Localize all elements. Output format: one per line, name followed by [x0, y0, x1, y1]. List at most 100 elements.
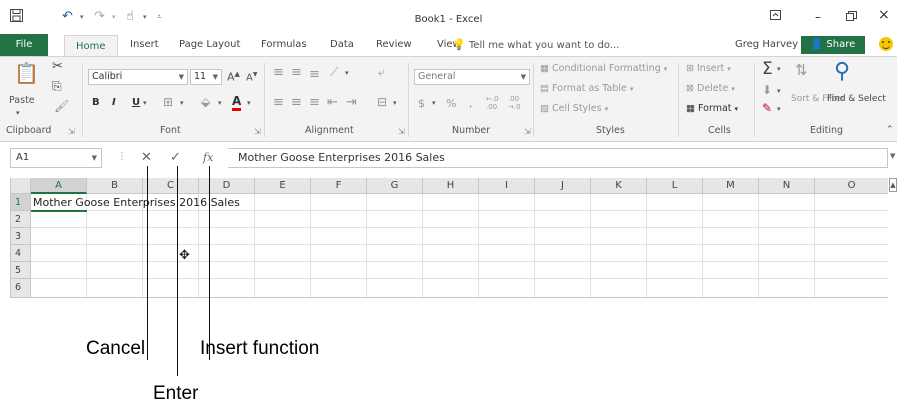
underline-button[interactable]: U: [132, 97, 140, 108]
paste-dropdown-icon[interactable]: ▾: [16, 109, 20, 117]
increase-font-icon[interactable]: A▲: [227, 70, 240, 84]
column-header[interactable]: G: [367, 178, 423, 194]
column-header[interactable]: J: [535, 178, 591, 194]
tab-review[interactable]: Review: [376, 34, 412, 56]
row-header[interactable]: 4: [11, 245, 31, 262]
format-cells-button[interactable]: ▦ Format ▾: [686, 103, 738, 114]
tab-page-layout[interactable]: Page Layout: [179, 34, 240, 56]
wrap-text-icon[interactable]: ⤶: [378, 65, 385, 80]
select-all-corner[interactable]: [11, 178, 31, 194]
delete-cells-button[interactable]: ⊠ Delete ▾: [686, 83, 735, 94]
tell-me-box[interactable]: 💡 Tell me what you want to do...: [452, 34, 619, 57]
font-color-dropdown-icon[interactable]: ▾: [247, 99, 251, 107]
autosum-icon[interactable]: Σ: [762, 59, 773, 79]
clear-dropdown-icon[interactable]: ▾: [777, 105, 781, 113]
font-color-icon[interactable]: A: [232, 94, 242, 111]
column-header[interactable]: O: [815, 178, 888, 194]
font-size-select[interactable]: 11 ▼: [190, 69, 222, 85]
find-search-icon[interactable]: ⚲: [834, 59, 850, 84]
close-button[interactable]: ×: [878, 7, 890, 23]
collapse-ribbon-icon[interactable]: ⌃: [886, 125, 894, 135]
column-header[interactable]: E: [255, 178, 311, 194]
expand-formula-bar-icon[interactable]: ▼: [890, 152, 895, 160]
enter-button[interactable]: ✓: [170, 150, 181, 165]
column-header[interactable]: L: [647, 178, 703, 194]
feedback-smiley-icon[interactable]: [879, 37, 893, 51]
merge-dropdown-icon[interactable]: ▾: [393, 99, 397, 107]
paste-label[interactable]: Paste: [9, 95, 35, 106]
align-middle-icon[interactable]: ≡: [291, 65, 302, 80]
cancel-button[interactable]: ✕: [141, 150, 152, 165]
tab-formulas[interactable]: Formulas: [261, 34, 307, 56]
tab-data[interactable]: Data: [330, 34, 354, 56]
row-header[interactable]: 5: [11, 262, 31, 279]
column-header[interactable]: K: [591, 178, 647, 194]
tab-home[interactable]: Home: [64, 35, 118, 57]
decrease-font-icon[interactable]: A▼: [246, 71, 257, 83]
column-header[interactable]: F: [311, 178, 367, 194]
column-header[interactable]: N: [759, 178, 815, 194]
clipboard-launcher-icon[interactable]: ⇲: [68, 127, 75, 136]
increase-indent-icon[interactable]: ⇥: [346, 95, 357, 110]
tab-file[interactable]: File: [0, 34, 48, 56]
chevron-down-icon[interactable]: ▼: [92, 149, 97, 167]
row-header[interactable]: 6: [11, 279, 31, 297]
conditional-formatting-button[interactable]: ▦ Conditional Formatting ▾: [540, 63, 667, 74]
percent-button[interactable]: %: [446, 97, 456, 110]
currency-button[interactable]: $: [418, 97, 425, 110]
format-painter-icon[interactable]: 🖌: [54, 99, 69, 113]
user-name[interactable]: Greg Harvey: [735, 34, 798, 56]
clear-icon[interactable]: ✎: [762, 101, 772, 115]
number-launcher-icon[interactable]: ⇲: [524, 127, 531, 136]
decrease-indent-icon[interactable]: ⇤: [327, 95, 338, 110]
column-header[interactable]: I: [479, 178, 535, 194]
align-right-icon[interactable]: ≡: [309, 95, 320, 110]
column-header[interactable]: C: [143, 178, 199, 194]
scroll-up-button[interactable]: ▲: [889, 178, 897, 192]
increase-decimal-button[interactable]: ←.0 .00: [486, 95, 504, 111]
row-header[interactable]: 2: [11, 211, 31, 228]
align-center-icon[interactable]: ≡: [291, 95, 302, 110]
italic-button[interactable]: I: [112, 97, 116, 108]
name-box[interactable]: A1 ▼: [10, 148, 102, 168]
fill-dropdown-icon[interactable]: ▾: [777, 87, 781, 95]
number-format-select[interactable]: General ▼: [414, 69, 530, 85]
font-launcher-icon[interactable]: ⇲: [254, 127, 261, 136]
align-top-icon[interactable]: ≡: [273, 65, 284, 80]
insert-function-button[interactable]: fx: [203, 151, 213, 164]
align-bottom-icon[interactable]: ≡: [309, 67, 320, 82]
cell-styles-button[interactable]: ▧ Cell Styles ▾: [540, 103, 608, 114]
font-name-select[interactable]: Calibri ▼: [88, 69, 188, 85]
borders-dropdown-icon[interactable]: ▾: [180, 99, 184, 107]
alignment-launcher-icon[interactable]: ⇲: [398, 127, 405, 136]
comma-button[interactable]: ,: [469, 97, 473, 110]
currency-dropdown-icon[interactable]: ▾: [432, 99, 436, 107]
borders-icon[interactable]: ⊞: [163, 95, 173, 109]
copy-icon[interactable]: ⎘: [52, 79, 62, 94]
merge-center-icon[interactable]: ⊟: [377, 95, 387, 109]
insert-cells-button[interactable]: ⊞ Insert ▾: [686, 63, 731, 74]
align-left-icon[interactable]: ≡: [273, 95, 284, 110]
orientation-icon[interactable]: ⟋: [330, 65, 338, 80]
share-button[interactable]: 👤 Share: [801, 36, 865, 54]
decrease-decimal-button[interactable]: .00 →.0: [508, 95, 528, 111]
cut-icon[interactable]: ✂: [52, 59, 63, 74]
column-header[interactable]: A: [31, 178, 87, 194]
sort-filter-icon[interactable]: ⇅: [795, 61, 808, 79]
row-header[interactable]: 3: [11, 228, 31, 245]
column-header[interactable]: M: [703, 178, 759, 194]
column-header[interactable]: H: [423, 178, 479, 194]
orientation-dropdown-icon[interactable]: ▾: [345, 69, 349, 77]
row-header[interactable]: 1: [11, 194, 31, 211]
tab-insert[interactable]: Insert: [130, 34, 159, 56]
autosum-dropdown-icon[interactable]: ▾: [777, 65, 781, 73]
ribbon-display-icon[interactable]: [770, 10, 781, 23]
column-header[interactable]: B: [87, 178, 143, 194]
formula-input[interactable]: Mother Goose Enterprises 2016 Sales: [228, 148, 888, 168]
column-header[interactable]: D: [199, 178, 255, 194]
restore-button[interactable]: [846, 10, 857, 24]
fill-icon[interactable]: ⬇: [762, 83, 772, 97]
fill-dropdown-icon[interactable]: ▾: [218, 99, 222, 107]
bold-button[interactable]: B: [92, 97, 100, 108]
paste-icon[interactable]: 📋: [14, 61, 39, 85]
